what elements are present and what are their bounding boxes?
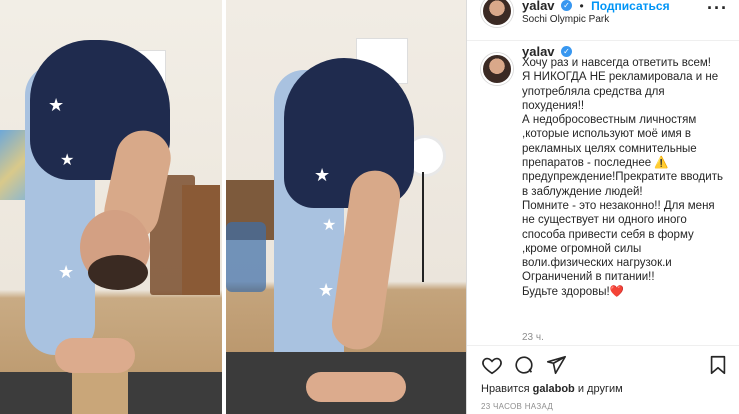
post-header: yalav ✓ • Подписаться Sochi Olympic Park… — [467, 0, 739, 41]
more-horizontal-icon[interactable]: ··· — [707, 0, 728, 19]
likes-prefix: Нравится — [481, 383, 530, 395]
post-timestamp: 23 ЧАСОВ НАЗАД — [481, 402, 554, 411]
action-bar — [467, 345, 739, 384]
bookmark-icon[interactable] — [707, 354, 729, 376]
photo-panel-right: ★ ★ ★ — [226, 0, 466, 414]
verified-badge-icon: ✓ — [561, 0, 572, 12]
caption-avatar[interactable] — [481, 53, 513, 85]
send-icon[interactable] — [545, 354, 567, 376]
follow-button[interactable]: Подписаться — [591, 0, 669, 13]
likes-suffix[interactable]: и другим — [578, 383, 623, 395]
caption-time: 23 ч. — [522, 332, 544, 343]
caption-body: Хочу раз и навсегда ответить всем! Я НИК… — [522, 57, 723, 298]
heart-icon[interactable] — [481, 354, 503, 376]
likes-user-link[interactable]: galabob — [533, 383, 575, 395]
post-sidebar: yalav ✓ • Подписаться Sochi Olympic Park… — [466, 0, 739, 414]
likes-summary: Нравится galabob и другим — [481, 383, 623, 395]
location-link[interactable]: Sochi Olympic Park — [522, 14, 609, 25]
separator: • — [579, 0, 584, 13]
avatar[interactable] — [481, 0, 513, 27]
username-link[interactable]: yalav — [522, 0, 555, 13]
caption-text: Хочу раз и навсегда ответить всем! Я НИК… — [522, 56, 727, 299]
comment-icon[interactable] — [513, 354, 535, 376]
post-photo[interactable]: ★ ★ ★ ★ ★ ★ — [0, 0, 466, 414]
photo-panel-left: ★ ★ ★ — [0, 0, 222, 414]
